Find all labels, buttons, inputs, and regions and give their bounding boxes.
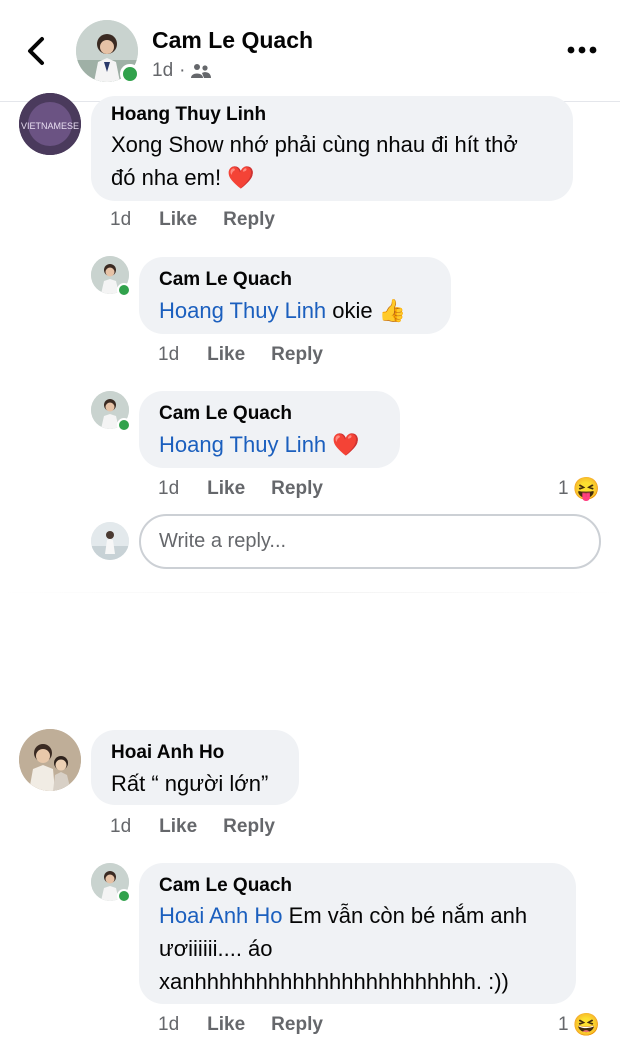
like-button[interactable]: Like	[207, 1014, 245, 1036]
comment-author[interactable]: Hoai Anh Ho	[111, 740, 279, 766]
friends-icon	[191, 64, 212, 78]
comment-text-line: ươiiiiii.... áo	[159, 936, 273, 961]
meta-separator: ·	[179, 60, 186, 81]
comment-bubble: Cam Le Quach Hoai Anh Ho Em vẫn còn bé n…	[139, 863, 576, 1004]
comment-time[interactable]: 1d	[158, 1014, 179, 1036]
comment-text-line: đó nha em! ❤️	[111, 165, 255, 190]
author-name[interactable]: Cam Le Quach	[152, 27, 313, 54]
online-indicator	[117, 889, 131, 903]
like-button[interactable]: Like	[207, 478, 245, 500]
mention-link[interactable]: Hoang Thuy Linh	[159, 432, 326, 457]
comment-bubble: Cam Le Quach Hoang Thuy Linh ❤️	[139, 391, 400, 468]
comment-text: Hoang Thuy Linh ❤️	[159, 427, 380, 463]
section-divider	[0, 592, 620, 593]
commenter-avatar[interactable]	[19, 729, 81, 791]
comment-time[interactable]: 1d	[158, 478, 179, 500]
svg-text:VIETNAMESE: VIETNAMESE	[21, 121, 79, 131]
current-user-avatar	[91, 522, 129, 560]
back-icon[interactable]	[22, 34, 52, 68]
reply-input[interactable]: Write a reply...	[139, 514, 601, 569]
reply-button[interactable]: Reply	[223, 816, 275, 838]
comment-actions: 1d Like Reply	[158, 1014, 349, 1036]
post-time[interactable]: 1d	[152, 60, 173, 82]
like-button[interactable]: Like	[159, 816, 197, 838]
comment-author[interactable]: Cam Le Quach	[159, 873, 556, 899]
laughing-emoji-icon: 😆	[572, 1012, 600, 1037]
reply-button[interactable]: Reply	[271, 478, 323, 500]
comment-time[interactable]: 1d	[110, 209, 131, 231]
comment-time[interactable]: 1d	[110, 816, 131, 838]
comment-actions: 1d Like Reply	[158, 478, 349, 500]
commenter-avatar[interactable]: VIETNAMESE	[19, 93, 81, 155]
reaction-summary[interactable]: 1 😝	[558, 476, 600, 502]
reply-button[interactable]: Reply	[271, 344, 323, 366]
tongue-out-emoji-icon: 😝	[572, 476, 600, 501]
comment-author[interactable]: Cam Le Quach	[159, 267, 431, 293]
post-header: Cam Le Quach 1d ·	[0, 0, 620, 102]
comment-bubble: Hoai Anh Ho Rất “ người lớn”	[91, 730, 299, 805]
more-options-icon[interactable]	[566, 42, 598, 58]
reaction-count: 1	[558, 478, 569, 499]
comment-text-body: Em vẫn còn bé nắm anh	[282, 903, 528, 928]
like-button[interactable]: Like	[207, 344, 245, 366]
comment-bubble: Cam Le Quach Hoang Thuy Linh okie 👍	[139, 257, 451, 334]
comment-text-line: Hoai Anh Ho Em vẫn còn bé nắm anh	[159, 899, 556, 932]
mention-link[interactable]: Hoai Anh Ho	[159, 903, 283, 928]
comment-text-line: xanhhhhhhhhhhhhhhhhhhhhhhh. :))	[159, 969, 509, 994]
comment-author[interactable]: Cam Le Quach	[159, 401, 380, 427]
comment-actions: 1d Like Reply	[110, 209, 301, 231]
comment-bubble: Hoang Thuy Linh Xong Show nhớ phải cùng …	[91, 96, 573, 201]
online-indicator	[117, 283, 131, 297]
like-button[interactable]: Like	[159, 209, 197, 231]
reaction-summary[interactable]: 1 😆	[558, 1012, 600, 1038]
comment-text-line: Xong Show nhớ phải cùng nhau đi hít thở	[111, 132, 518, 157]
comment-time[interactable]: 1d	[158, 344, 179, 366]
comment-text-body: ❤️	[326, 432, 360, 457]
reaction-count: 1	[558, 1014, 569, 1035]
post-meta: 1d ·	[152, 60, 212, 82]
mention-link[interactable]: Hoang Thuy Linh	[159, 298, 326, 323]
comment-text: Rất “ người lớn”	[111, 771, 269, 796]
comment-actions: 1d Like Reply	[110, 816, 301, 838]
comment-actions: 1d Like Reply	[158, 344, 349, 366]
reply-button[interactable]: Reply	[223, 209, 275, 231]
online-indicator	[117, 418, 131, 432]
comment-text-body: okie 👍	[326, 298, 407, 323]
reply-button[interactable]: Reply	[271, 1014, 323, 1036]
comment-author[interactable]: Hoang Thuy Linh	[111, 102, 553, 128]
reply-placeholder: Write a reply...	[159, 530, 287, 552]
comment-text: Hoang Thuy Linh okie 👍	[159, 293, 431, 329]
online-indicator	[120, 64, 140, 84]
